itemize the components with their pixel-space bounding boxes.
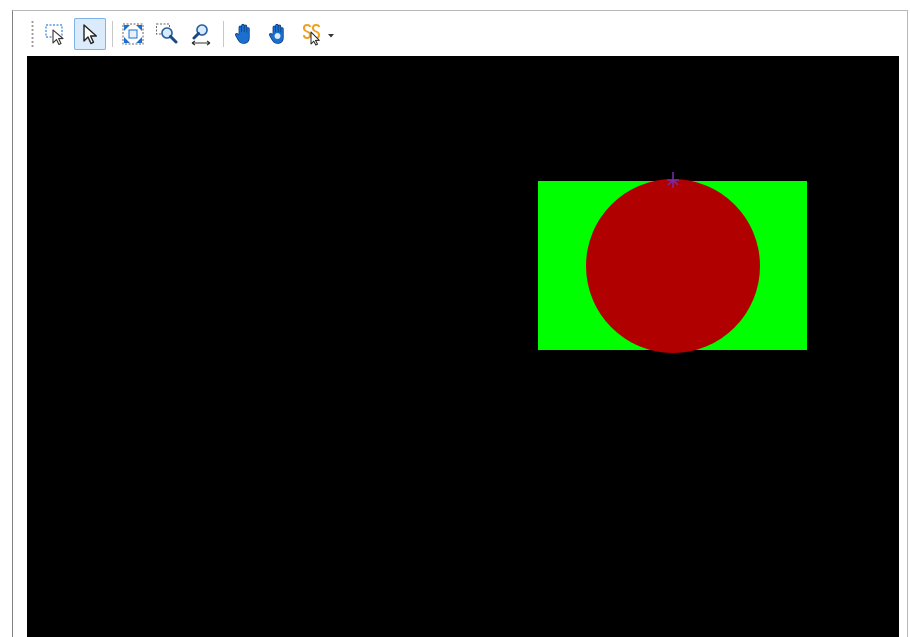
select-area-button[interactable] — [40, 18, 72, 50]
zoom-extents-button[interactable] — [117, 18, 149, 50]
snap-tool-button[interactable] — [296, 18, 328, 50]
toolbar-grip[interactable] — [31, 20, 34, 48]
zoom-horizontal-button[interactable] — [185, 18, 217, 50]
toolbar-separator — [112, 21, 113, 47]
zoom-extents-icon — [121, 22, 145, 46]
zoom-window-icon — [155, 22, 179, 46]
pointer-icon — [78, 22, 102, 46]
drawing-canvas[interactable] — [27, 56, 899, 637]
pan-hand-alt-button[interactable] — [262, 18, 294, 50]
snap-tool-dropdown[interactable] — [327, 22, 335, 46]
chevron-down-icon — [328, 25, 334, 43]
select-area-icon — [44, 22, 68, 46]
pan-hand-button[interactable] — [228, 18, 260, 50]
toolbar-separator — [223, 21, 224, 47]
pan-hand-icon — [232, 22, 256, 46]
zoom-horizontal-icon — [189, 22, 213, 46]
zoom-window-button[interactable] — [151, 18, 183, 50]
pointer-button[interactable] — [74, 18, 106, 50]
red-circle[interactable] — [586, 179, 760, 353]
toolbar — [27, 12, 899, 56]
pan-hand-alt-icon — [266, 22, 290, 46]
snap-tool-icon — [300, 22, 324, 46]
